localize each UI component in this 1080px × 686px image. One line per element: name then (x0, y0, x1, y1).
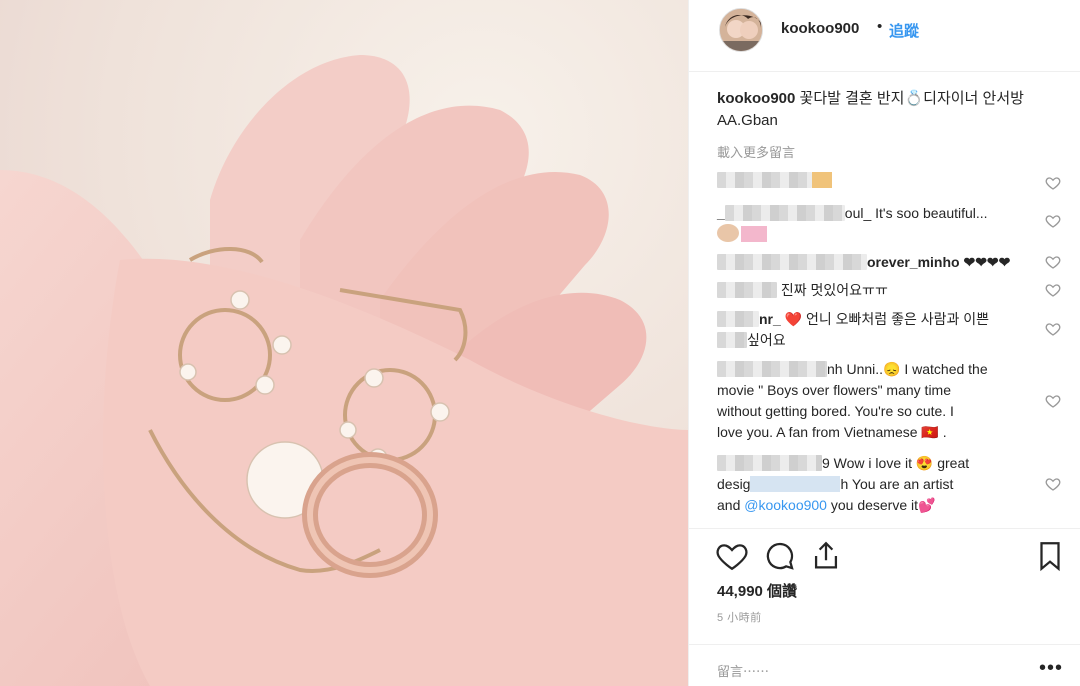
blurred-username (717, 361, 827, 377)
add-comment-input[interactable]: 留言⋯⋯ (717, 661, 769, 680)
comment-text: 9 Wow i love it 😍 great (822, 455, 970, 471)
comment-item: _ oul_ It's soo beautiful... (717, 203, 1027, 245)
comment-like-heart-icon[interactable] (1045, 393, 1061, 409)
follow-button[interactable]: 追蹤 (889, 20, 919, 41)
comment-text: ❤️ 언니 오빠처럼 좋은 사람과 이쁜 (784, 311, 990, 327)
blurred-username (717, 311, 759, 327)
comment-text-line2: 싶어요 (747, 332, 786, 348)
post-photo[interactable] (0, 0, 688, 686)
separator-dot: • (877, 18, 883, 35)
comment-item: orever_minho ❤❤❤❤ (717, 252, 1027, 273)
comment-item: nr_ ❤️ 언니 오빠처럼 좋은 사람과 이쁜 싶어요 (717, 309, 1027, 351)
heart-icon[interactable] (715, 539, 749, 573)
caption-username[interactable]: kookoo900 (717, 90, 795, 107)
post-timestamp[interactable]: 5 小時前 (717, 609, 762, 625)
blurred-username (717, 282, 777, 298)
comment-text-line4: love you. A fan from Vietnamese 🇻🇳 . (717, 424, 947, 440)
avatar[interactable] (719, 8, 763, 52)
comment-text-line3: without getting bored. You're so cute. I (717, 403, 954, 419)
avatar-image (720, 9, 762, 51)
share-icon[interactable] (809, 539, 843, 573)
blurred-username (717, 172, 812, 188)
likes-count[interactable]: 44,990 個讚 (717, 580, 797, 601)
comment-text-line2: movie " Boys over flowers" many time (717, 382, 952, 398)
blurred-text (717, 332, 747, 348)
comment-text: 진짜 멋있어요ㅠㅠ (780, 282, 888, 298)
comment-like-heart-icon[interactable] (1045, 476, 1061, 492)
hand-with-jewelry-image (0, 0, 688, 686)
comment-item: 진짜 멋있어요ㅠㅠ (717, 280, 1027, 301)
comment-text: orever_minho ❤❤❤❤ (867, 254, 1011, 270)
blurred-username (717, 455, 822, 471)
blurred-username (750, 476, 841, 492)
comment-like-heart-icon[interactable] (1045, 254, 1061, 270)
comment-like-heart-icon[interactable] (1045, 282, 1061, 298)
comment-text-line3a: and (717, 497, 745, 513)
comment-username[interactable]: nr_ (759, 311, 781, 327)
comment-text-line3b: you deserve it💕 (826, 497, 936, 513)
blurred-emoji (717, 224, 739, 242)
comment-like-heart-icon[interactable] (1045, 321, 1061, 337)
blurred-username (717, 254, 867, 270)
more-options-button[interactable]: ••• (1039, 657, 1063, 680)
comment-text-line2b: h You are an artist (840, 476, 954, 492)
comment-item: 9 Wow i love it 😍 great desig h You are a… (717, 453, 1027, 516)
blurred-emoji (741, 226, 767, 242)
comment-item: nh Unni..😞 I watched the movie " Boys ov… (717, 359, 1027, 443)
comment-like-heart-icon[interactable] (1045, 175, 1061, 191)
post-details-panel: kookoo900 • 追蹤 kookoo900 꽃다발 결혼 반지💍디자이너 … (688, 0, 1080, 686)
comment-item (717, 170, 1027, 191)
username[interactable]: kookoo900 (781, 20, 859, 37)
comment-like-heart-icon[interactable] (1045, 213, 1061, 229)
bookmark-icon[interactable] (1033, 539, 1067, 573)
comment-text: oul_ It's soo beautiful... (844, 205, 988, 221)
comment-username[interactable]: _ (717, 205, 725, 221)
blurred-username (724, 205, 845, 221)
blurred-emoji (812, 172, 832, 188)
comment-mention-link[interactable]: @kookoo900 (744, 497, 827, 513)
comment-text-line2a: desig (717, 476, 751, 492)
post-header: kookoo900 • 追蹤 (689, 0, 1080, 72)
action-bar (689, 528, 1080, 584)
add-comment-bar: 留言⋯⋯ ••• (689, 644, 1080, 686)
caption: kookoo900 꽃다발 결혼 반지💍디자이너 안서방 AA.Gban (717, 88, 1047, 132)
comment-icon[interactable] (763, 539, 797, 573)
load-more-comments-link[interactable]: 載入更多留言 (717, 142, 795, 161)
comment-text: nh Unni..😞 I watched the (827, 361, 988, 377)
